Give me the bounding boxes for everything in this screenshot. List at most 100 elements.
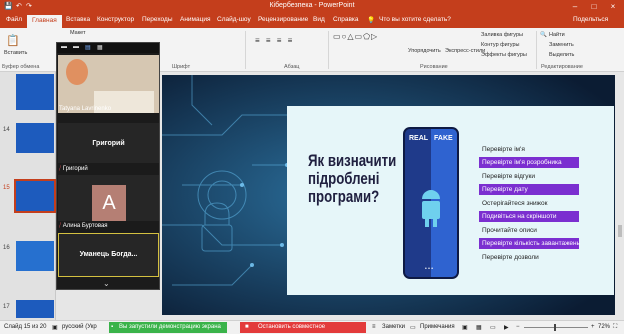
participant-display-name: Уманець Богда... bbox=[79, 251, 138, 258]
status-bar: Слайд 15 из 20 ▣ русский (Укр ▪ Вы запус… bbox=[0, 320, 624, 334]
view-strip-icon[interactable]: ▤ bbox=[85, 44, 91, 51]
slide-thumbnails-pane[interactable]: 14 15 16 17 bbox=[0, 72, 56, 320]
tip-item: Перевірте дозволи bbox=[482, 254, 539, 261]
meeting-toolbar: ▬ ▬ ▤ ▦ bbox=[57, 43, 159, 53]
participant-name: ⧸ Григорий bbox=[59, 166, 88, 172]
tip-item: Прочитайте описи bbox=[482, 227, 537, 234]
ribbon-tabs: Файл Главная Вставка Конструктор Переход… bbox=[0, 14, 624, 28]
drawing-group-label: Рисование bbox=[420, 64, 448, 70]
shape-effects-button[interactable]: Эффекты фигуры bbox=[481, 52, 527, 58]
slide-thumbnail-17[interactable] bbox=[16, 300, 54, 318]
minimize-icon[interactable]: – bbox=[568, 1, 582, 13]
notes-icon[interactable]: ≡ bbox=[372, 324, 376, 330]
close-icon[interactable]: × bbox=[606, 1, 620, 13]
share-button[interactable]: Подельться bbox=[573, 16, 608, 23]
paragraph-controls[interactable]: ≡ ≡ ≡ ≡ bbox=[255, 36, 294, 45]
tip-item: Остерігайтеся знижок bbox=[482, 200, 548, 207]
zoom-out-icon[interactable]: − bbox=[516, 324, 520, 330]
slide-number: 16 bbox=[3, 245, 10, 251]
font-group-label: Шрифт bbox=[172, 64, 191, 70]
tab-animations[interactable]: Анимация bbox=[180, 16, 211, 23]
slide-number: 14 bbox=[3, 127, 10, 133]
slideshow-icon[interactable]: ▶ bbox=[504, 324, 509, 331]
tip-item: Перевірте кількість завантажень bbox=[479, 238, 580, 249]
share-screen-icon: ▪ bbox=[111, 324, 114, 330]
select-button[interactable]: Выделить bbox=[549, 52, 574, 58]
reading-view-icon[interactable]: ▭ bbox=[490, 324, 496, 331]
shape-outline-button[interactable]: Контур фигуры bbox=[481, 42, 519, 48]
vertical-scrollbar[interactable] bbox=[617, 75, 623, 315]
layout-button[interactable]: Макет bbox=[70, 30, 86, 36]
tip-item: Подивіться на скріншоти bbox=[479, 211, 579, 222]
page-dots: • • • bbox=[425, 266, 434, 272]
slide-thumbnail-16[interactable] bbox=[16, 241, 54, 271]
muted-mic-icon: ⧸ bbox=[59, 223, 62, 229]
tab-transitions[interactable]: Переходы bbox=[142, 16, 173, 23]
maximize-icon[interactable]: □ bbox=[587, 1, 601, 13]
paragraph-group-label: Абзац bbox=[284, 64, 300, 70]
participant-tile: Григорий bbox=[58, 123, 159, 163]
comments-icon[interactable]: ▭ bbox=[410, 324, 416, 331]
real-label: REAL bbox=[409, 135, 429, 142]
slide-thumbnail[interactable] bbox=[16, 74, 54, 110]
view-grid-icon[interactable]: ▦ bbox=[97, 44, 103, 51]
android-robot-icon bbox=[419, 189, 443, 229]
normal-view-icon[interactable]: ▣ bbox=[462, 324, 468, 331]
participant-tile-active: Уманець Богда... bbox=[58, 233, 159, 277]
view-single-icon[interactable]: ▬ bbox=[73, 44, 79, 50]
tab-view[interactable]: Вид bbox=[313, 16, 325, 23]
arrange-button[interactable]: Упорядочить bbox=[408, 48, 441, 54]
tab-slideshow[interactable]: Слайд-шоу bbox=[217, 16, 251, 23]
stop-sharing-button[interactable]: ■ Остановить совместное использование bbox=[240, 322, 366, 333]
find-icon[interactable]: 🔍 bbox=[540, 32, 547, 38]
tab-review[interactable]: Рецензирование bbox=[258, 16, 308, 23]
tab-design[interactable]: Конструктор bbox=[97, 16, 134, 23]
tell-me-search[interactable]: Что вы хотите сделать? bbox=[379, 16, 451, 23]
slide-counter: Слайд 15 из 20 bbox=[4, 324, 47, 330]
shapes-gallery[interactable]: ▭○△▭⬠▷ bbox=[333, 32, 378, 41]
tip-item: Перевірте відгуки bbox=[482, 173, 535, 180]
quick-styles-button[interactable]: Экспресс-стили bbox=[445, 48, 485, 54]
slide-sorter-icon[interactable]: ▦ bbox=[476, 324, 482, 331]
slide-thumbnail-14[interactable] bbox=[16, 123, 54, 153]
tab-home[interactable]: Главная bbox=[27, 15, 62, 28]
spellcheck-icon[interactable]: ▣ bbox=[52, 324, 58, 331]
tab-insert[interactable]: Вставка bbox=[66, 16, 90, 23]
title-bar: 💾 ↶ ↷ Кібербезпека - PowerPoint – □ × bbox=[0, 0, 624, 14]
participant-tile: А bbox=[58, 175, 159, 221]
participant-avatar: А bbox=[92, 185, 126, 221]
screen-sharing-indicator: ▪ Вы запустили демонстрацию экрана bbox=[109, 322, 227, 333]
tab-help[interactable]: Справка bbox=[333, 16, 359, 23]
scrollbar-thumb[interactable] bbox=[618, 225, 622, 237]
window-title: Кібербезпека - PowerPoint bbox=[269, 2, 355, 9]
replace-button[interactable]: Заменить bbox=[549, 42, 574, 48]
paste-icon[interactable]: 📋 bbox=[6, 34, 20, 47]
slide-thumbnail-15[interactable] bbox=[14, 179, 56, 213]
editing-group-label: Редактирование bbox=[541, 64, 583, 70]
chevron-down-icon[interactable]: ⌄ bbox=[103, 279, 110, 288]
participant-name: ⧸ Алина Буртовая bbox=[59, 223, 108, 229]
find-button[interactable]: Найти bbox=[549, 32, 565, 38]
participant-face bbox=[66, 59, 88, 85]
tip-item: Перевірте ім'я розробника bbox=[479, 157, 579, 168]
participant-video bbox=[58, 55, 159, 113]
shape-fill-button[interactable]: Заливка фигуры bbox=[481, 32, 523, 38]
clipboard-group-label: Буфер обмена bbox=[2, 64, 40, 70]
zoom-level[interactable]: 72% bbox=[598, 324, 610, 330]
fit-slide-icon[interactable]: ⛶ bbox=[613, 324, 617, 331]
minimize-panel-icon[interactable]: ▬ bbox=[61, 44, 67, 50]
zoom-slider[interactable] bbox=[524, 324, 588, 331]
meeting-video-panel[interactable]: ▬ ▬ ▤ ▦ Tatyana Lavrinenko Григорий ⧸ Гр… bbox=[56, 42, 160, 290]
notes-button[interactable]: Заметки bbox=[382, 324, 405, 330]
language-indicator[interactable]: русский (Укр bbox=[62, 324, 97, 330]
participant-name: Tatyana Lavrinenko bbox=[59, 106, 112, 112]
tip-item: Перевірте дату bbox=[479, 184, 579, 195]
comments-button[interactable]: Примечания bbox=[420, 324, 455, 330]
tab-file[interactable]: Файл bbox=[6, 16, 22, 23]
zoom-in-icon[interactable]: + bbox=[591, 324, 595, 330]
paste-button[interactable]: Вставить bbox=[4, 50, 27, 56]
tip-item: Перевірте ім'я bbox=[482, 146, 525, 153]
muted-mic-icon: ⧸ bbox=[59, 166, 62, 172]
phone-illustration: REAL FAKE • • • bbox=[403, 127, 459, 279]
zoom-slider-thumb[interactable] bbox=[554, 324, 556, 331]
